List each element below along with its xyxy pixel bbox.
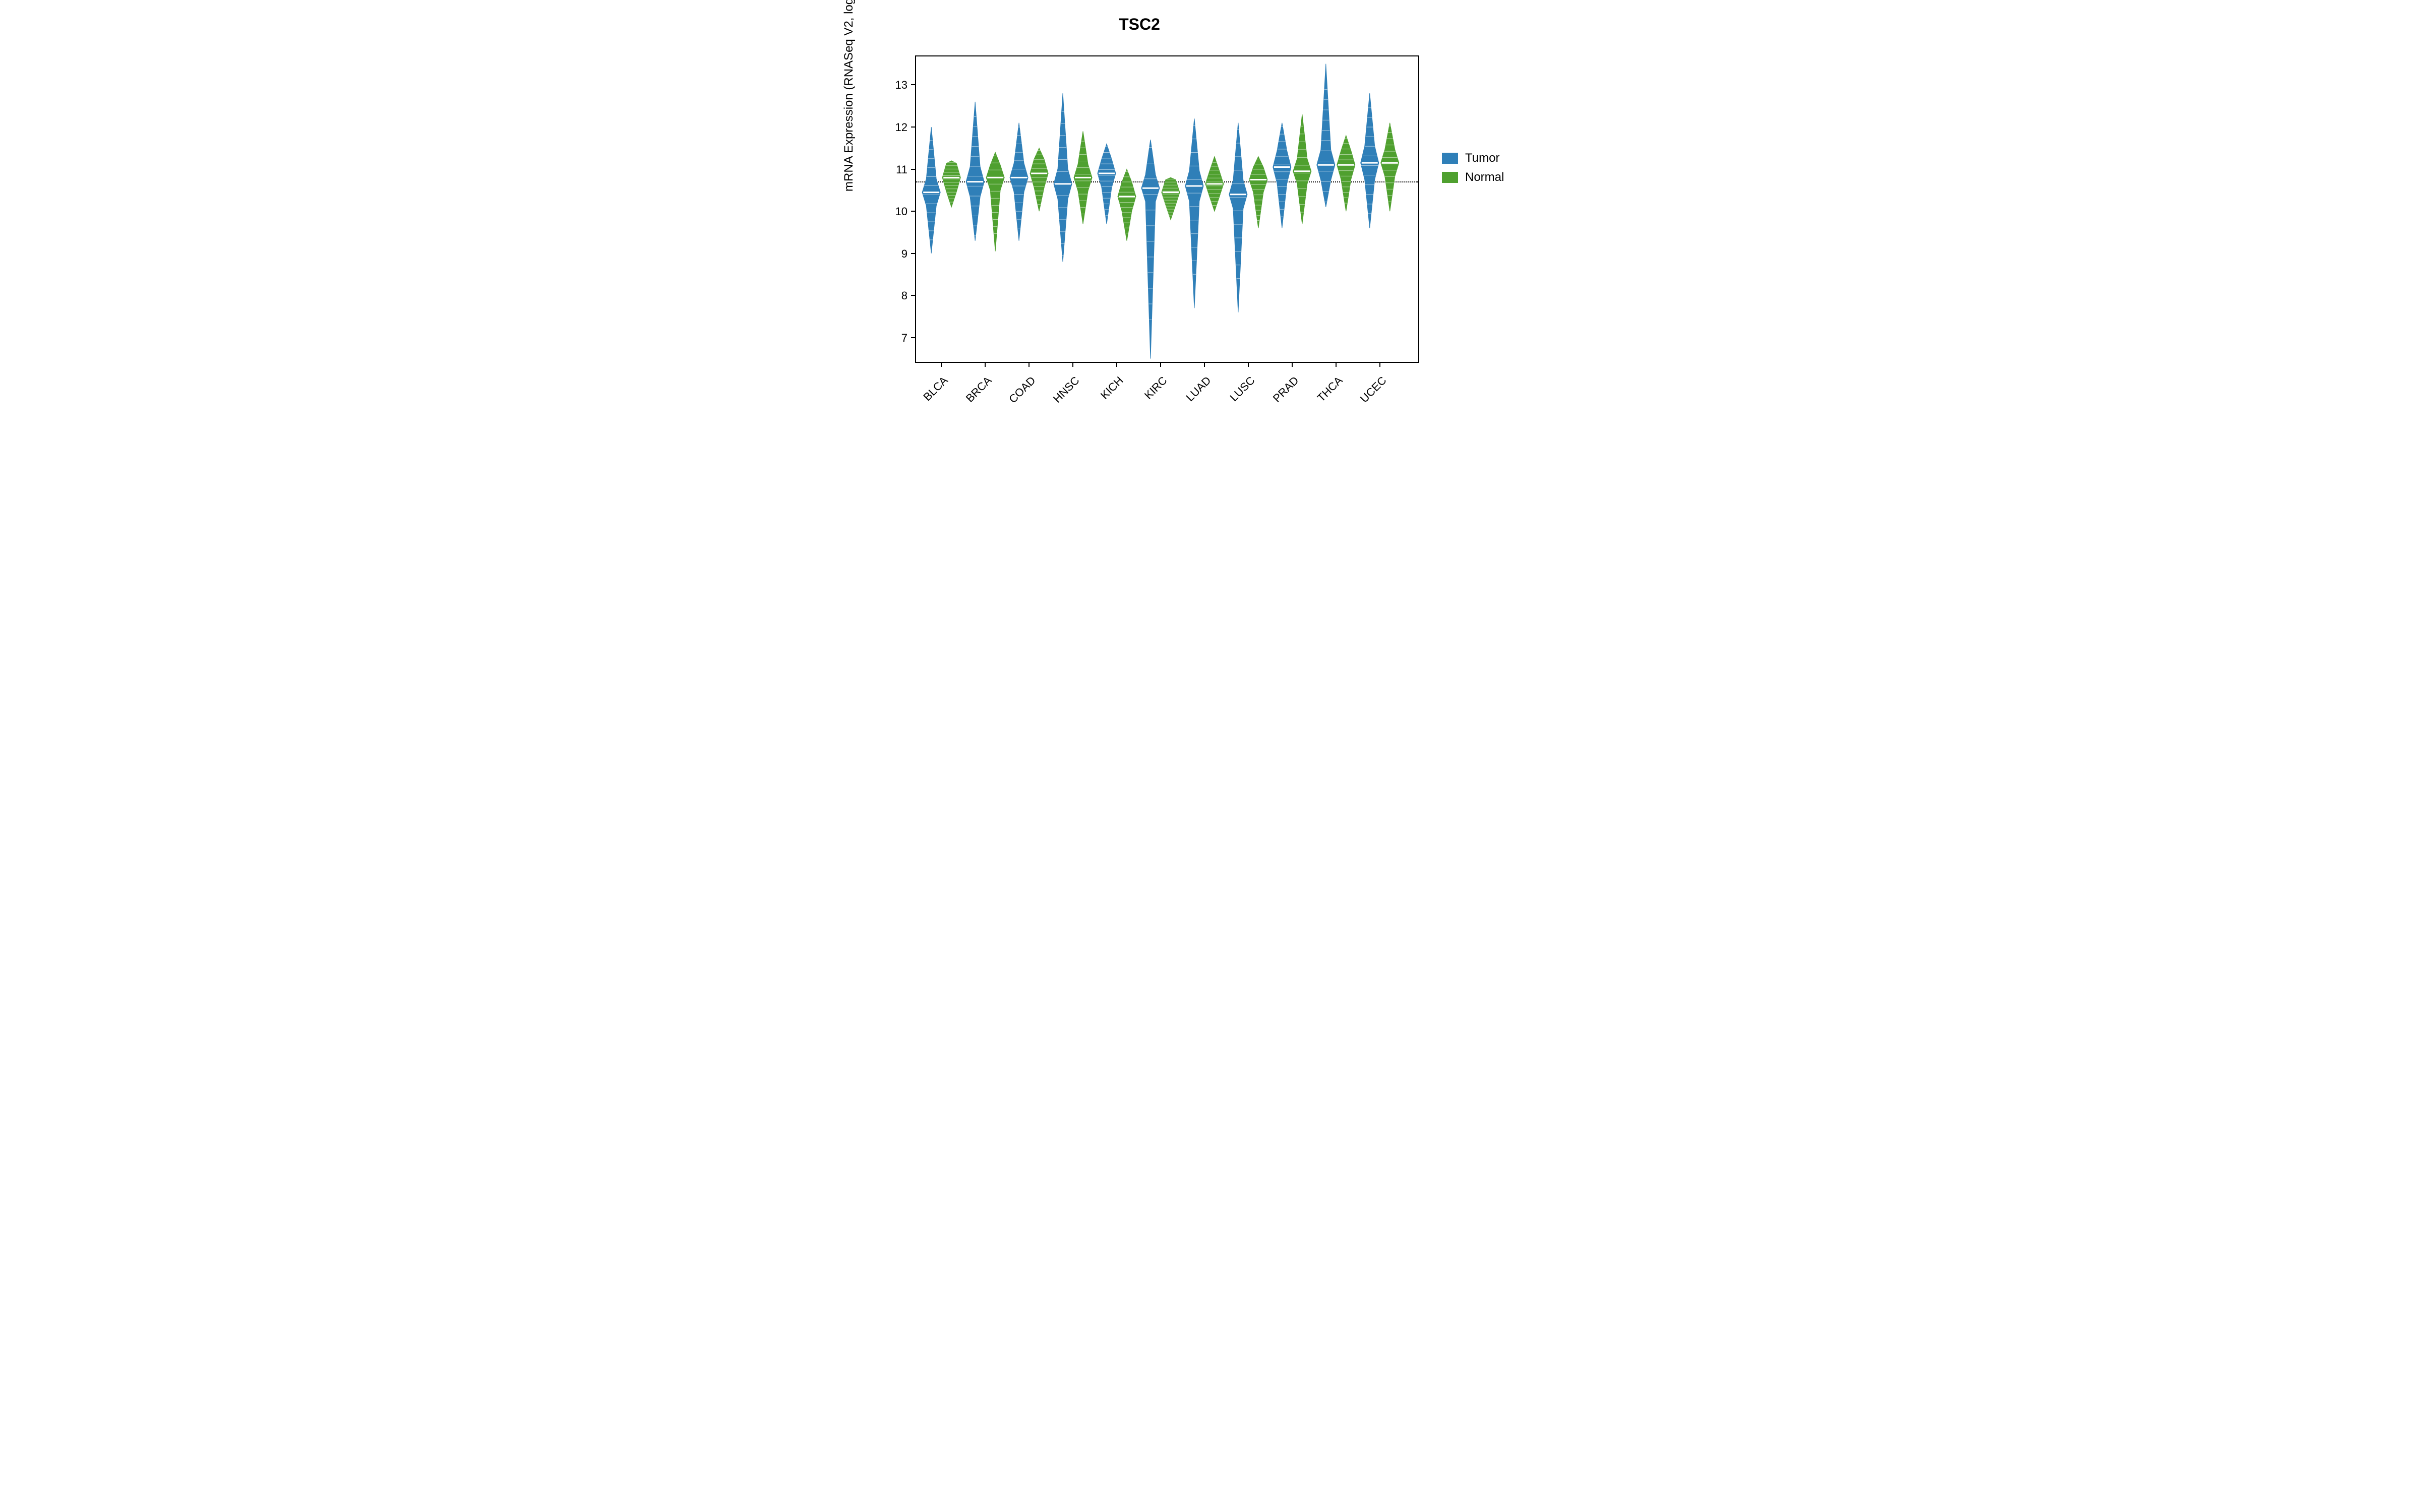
legend-item: Tumor (1442, 151, 1504, 165)
legend-label: Normal (1465, 170, 1504, 184)
x-tick-label: COAD (993, 374, 1038, 419)
violin (837, 0, 1424, 368)
x-tick-label: BRCA (949, 374, 994, 419)
legend-item: Normal (1442, 170, 1504, 184)
x-tick-label: LUAD (1169, 374, 1214, 419)
x-tick-label: KIRC (1125, 374, 1170, 419)
x-tick-label: LUSC (1213, 374, 1257, 419)
x-tick-label: THCA (1300, 374, 1345, 419)
x-tick-label: BLCA (905, 374, 950, 419)
x-tick-label: UCEC (1344, 374, 1389, 419)
x-tick-label: HNSC (1037, 374, 1082, 419)
legend: Tumor Normal (1442, 151, 1504, 190)
legend-swatch (1442, 153, 1458, 164)
chart-container: TSC2 mRNA Expression (RNASeq V2, log2) T… (837, 0, 1583, 466)
x-tick-label: PRAD (1256, 374, 1301, 419)
legend-swatch (1442, 172, 1458, 183)
legend-label: Tumor (1465, 151, 1499, 165)
x-tick-label: KICH (1081, 374, 1126, 419)
